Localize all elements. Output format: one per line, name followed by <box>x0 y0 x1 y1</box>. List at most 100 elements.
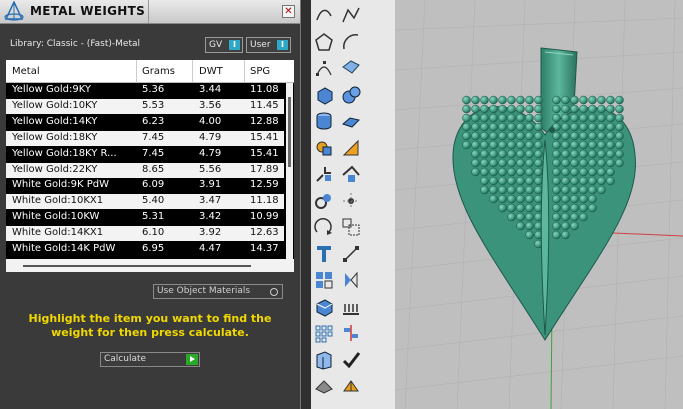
dwt-cell: 4.79 <box>199 131 222 143</box>
grams-cell: 5.53 <box>142 99 165 111</box>
mirror-icon[interactable] <box>340 269 362 291</box>
shape-icon[interactable] <box>313 375 335 397</box>
extrude-icon[interactable] <box>313 349 335 371</box>
spg-cell: 12.59 <box>250 179 279 191</box>
table-row[interactable]: Yellow Gold:14KY 6.23 4.00 12.88 <box>6 114 284 130</box>
table-row[interactable]: Yellow Gold:22KY 8.65 5.56 17.89 <box>6 162 284 178</box>
rotate-icon[interactable] <box>313 216 335 238</box>
3d-viewport[interactable] <box>395 0 683 409</box>
grams-cell: 6.10 <box>142 227 165 239</box>
metal-table: Metal Grams DWT SPG Yellow Gold:9KY 5.36 3… <box>6 60 294 272</box>
table-row[interactable]: Yellow Gold:10KY 5.53 3.56 11.45 <box>6 98 284 114</box>
viewport-scene <box>395 0 683 409</box>
scale-icon[interactable] <box>340 216 362 238</box>
transform-icon[interactable] <box>313 163 335 185</box>
column-divider <box>244 60 245 82</box>
spg-cell: 12.63 <box>250 227 279 239</box>
dimension-icon[interactable] <box>340 243 362 265</box>
vertical-scrollbar[interactable] <box>286 83 293 259</box>
cylinder-icon[interactable] <box>313 110 335 132</box>
horizontal-scroll-thumb[interactable] <box>23 265 251 267</box>
check-icon[interactable] <box>340 349 362 371</box>
metal-cell: White Gold:10KX1 <box>12 195 104 207</box>
pendant-model[interactable] <box>452 47 637 341</box>
grams-cell: 5.31 <box>142 211 165 223</box>
box-icon[interactable] <box>313 84 335 106</box>
metal-cell: Yellow Gold:9KY <box>12 84 91 95</box>
gv-toggle[interactable]: GV I <box>205 37 243 53</box>
column-header-grams[interactable]: Grams <box>142 66 175 77</box>
point-icon[interactable] <box>340 190 362 212</box>
surface-icon[interactable] <box>340 57 362 79</box>
metal-cell: White Gold:14K PdW <box>12 243 116 254</box>
table-row[interactable]: Yellow Gold:18KY R... 7.45 4.79 15.41 <box>6 146 284 162</box>
metal-cell: White Gold:9K PdW <box>12 179 109 191</box>
dwt-cell: 4.79 <box>199 147 222 159</box>
grid-icon[interactable] <box>313 322 335 344</box>
column-divider <box>136 60 137 82</box>
table-row[interactable]: Yellow Gold:18KY 7.45 4.79 15.41 <box>6 130 284 146</box>
horizontal-scrollbar[interactable] <box>6 259 294 272</box>
align-icon[interactable] <box>340 322 362 344</box>
polygon-icon[interactable] <box>313 31 335 53</box>
array-icon[interactable] <box>313 269 335 291</box>
polyline-icon[interactable] <box>340 4 362 26</box>
spg-cell: 11.08 <box>250 84 279 95</box>
use-object-materials-toggle[interactable]: Use Object Materials <box>153 284 283 299</box>
grams-cell: 6.09 <box>142 179 165 191</box>
calculate-button[interactable]: Calculate <box>100 352 200 367</box>
grams-cell: 8.65 <box>142 163 165 175</box>
close-button[interactable]: ✕ <box>282 5 295 18</box>
dwt-cell: 3.47 <box>199 195 222 207</box>
text-icon[interactable] <box>313 243 335 265</box>
column-header-metal[interactable]: Metal <box>12 66 40 77</box>
vertical-scroll-thumb[interactable] <box>288 97 291 167</box>
dimension-bars-icon[interactable] <box>340 296 362 318</box>
group-icon[interactable] <box>313 190 335 212</box>
metal-weights-panel: METAL WEIGHTS ✕ Library: Classic - (Fast… <box>0 0 300 409</box>
play-arrow-icon <box>186 354 198 365</box>
user-toggle[interactable]: User I <box>246 37 291 53</box>
move-icon[interactable] <box>340 163 362 185</box>
spg-cell: 15.41 <box>250 131 279 143</box>
user-label: User <box>250 40 271 50</box>
spg-cell: 12.88 <box>250 115 279 127</box>
use-object-materials-label: Use Object Materials <box>157 286 251 296</box>
sphere-icon[interactable] <box>340 84 362 106</box>
control-points-icon[interactable] <box>313 57 335 79</box>
column-header-dwt[interactable]: DWT <box>199 66 223 77</box>
grams-cell: 5.40 <box>142 195 165 207</box>
spg-cell: 11.45 <box>250 99 279 111</box>
dwt-cell: 5.56 <box>199 163 222 175</box>
spg-cell: 17.89 <box>250 163 279 175</box>
spg-cell: 15.41 <box>250 147 279 159</box>
table-row[interactable]: White Gold:10KX1 5.40 3.47 11.18 <box>6 194 284 210</box>
panel-titlebar[interactable]: METAL WEIGHTS ✕ <box>0 0 300 24</box>
metal-cell: Yellow Gold:14KY <box>12 115 98 127</box>
column-header-spg[interactable]: SPG <box>250 66 270 77</box>
spg-cell: 11.18 <box>250 195 279 207</box>
plane-icon[interactable] <box>340 110 362 132</box>
table-row[interactable]: White Gold:10KW 5.31 3.42 10.99 <box>6 210 284 226</box>
split-icon[interactable] <box>340 137 362 159</box>
material-icon[interactable] <box>340 375 362 397</box>
gv-label: GV <box>209 40 223 50</box>
gv-switch-icon: I <box>229 40 240 50</box>
solid-edit-icon[interactable] <box>313 296 335 318</box>
titlebar-divider <box>148 0 149 23</box>
library-label: Library: Classic - (Fast)-Metal <box>10 39 141 49</box>
metal-cell: Yellow Gold:22KY <box>12 163 98 175</box>
table-row[interactable]: White Gold:9K PdW 6.09 3.91 12.59 <box>6 178 284 194</box>
table-row[interactable]: White Gold:14K PdW 6.95 4.47 14.37 <box>6 242 284 257</box>
boolean-icon[interactable] <box>313 137 335 159</box>
grams-cell: 5.36 <box>142 84 165 95</box>
arc-icon[interactable] <box>340 31 362 53</box>
radio-icon <box>270 288 278 296</box>
curve-icon[interactable] <box>313 4 335 26</box>
table-row[interactable]: Yellow Gold:9KY 5.36 3.44 11.08 <box>6 83 284 98</box>
table-row[interactable]: White Gold:14KX1 6.10 3.92 12.63 <box>6 226 284 242</box>
dwt-cell: 3.91 <box>199 179 222 191</box>
panel-title: METAL WEIGHTS <box>30 4 146 18</box>
dwt-cell: 4.47 <box>199 243 222 254</box>
grams-cell: 7.45 <box>142 131 165 143</box>
